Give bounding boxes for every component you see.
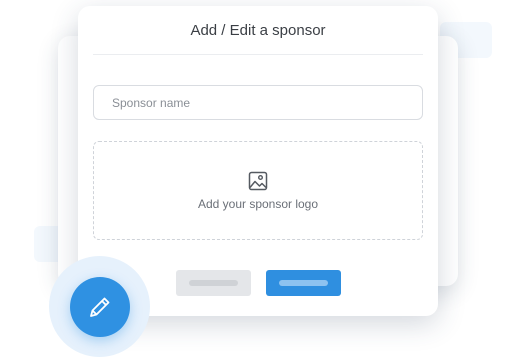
dialog-title: Add / Edit a sponsor <box>190 22 326 39</box>
cancel-button[interactable] <box>176 270 251 296</box>
cancel-button-label <box>189 280 238 286</box>
save-button-label <box>279 280 328 286</box>
save-button[interactable] <box>266 270 341 296</box>
title-divider <box>93 54 423 55</box>
edit-fab-button[interactable] <box>70 277 130 337</box>
sponsor-name-input[interactable] <box>93 85 423 120</box>
pencil-icon <box>90 297 110 317</box>
logo-upload-label: Add your sponsor logo <box>197 197 319 211</box>
logo-upload-area[interactable]: Add your sponsor logo <box>93 141 423 240</box>
image-icon <box>248 171 268 191</box>
